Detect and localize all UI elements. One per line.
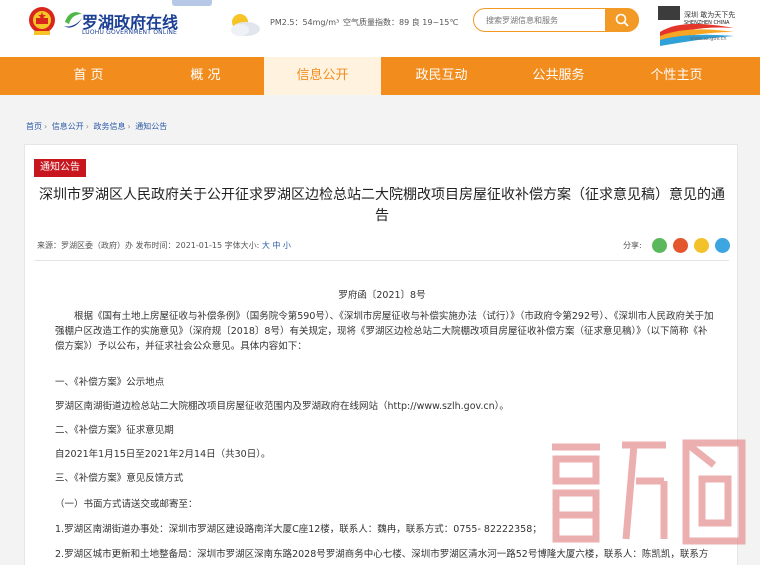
wechat-icon[interactable] — [652, 238, 667, 253]
breadcrumb-home[interactable]: 首页 — [26, 122, 42, 131]
font-size-small[interactable]: 小 — [283, 241, 291, 250]
sz-url[interactable]: www.sz.gov.cn — [690, 36, 727, 42]
main-nav: 首 页 概 况 信息公开 政民互动 公共服务 个性主页 — [0, 57, 760, 95]
national-emblem-icon — [29, 7, 55, 35]
section1-heading: 一、《补偿方案》公示地点 — [55, 377, 165, 388]
nav-overview[interactable]: 概 况 — [147, 57, 264, 95]
nav-personal-home[interactable]: 个性主页 — [618, 57, 735, 95]
meta-text: 来源：罗湖区委（政府）办 发布时间：2021-01-15 字体大小: — [37, 241, 260, 250]
category-tag: 通知公告 — [34, 159, 86, 177]
search-input[interactable] — [486, 9, 606, 31]
sz-logo-cn: 深圳 敢为天下先 — [684, 10, 735, 19]
qzone-icon[interactable] — [694, 238, 709, 253]
document-number: 罗府函〔2021〕8号 — [338, 290, 426, 301]
sz-logo-en: SHENZHEN CHINA — [684, 20, 730, 26]
search-button[interactable] — [605, 8, 639, 32]
mobile-badge[interactable] — [172, 0, 212, 6]
breadcrumb-info[interactable]: 信息公开 — [52, 122, 84, 131]
site-logo-en: LUOHU GOVERNMENT ONLINE — [82, 29, 178, 36]
luohu-logo-icon — [64, 12, 82, 28]
paragraph-intro: 根据《国有土地上房屋征收与补偿条例》（国务院令第590号）、《深圳市房屋征收与补… — [55, 311, 714, 352]
search-box — [473, 8, 639, 32]
breadcrumb: 首页 › 信息公开 › 政务信息 › 通知公告 — [26, 122, 168, 131]
divider — [35, 260, 729, 261]
aqi-readout: 空气质量指数：89 良 19~15℃ — [343, 18, 459, 27]
watermark-logo-icon — [552, 439, 746, 545]
nav-interaction[interactable]: 政民互动 — [383, 57, 500, 95]
share-icons — [652, 238, 732, 254]
breadcrumb-gov-info[interactable]: 政务信息 — [94, 122, 126, 131]
search-icon — [615, 13, 629, 27]
breadcrumb-notice[interactable]: 通知公告 — [135, 122, 167, 131]
share-label: 分享: — [623, 241, 642, 250]
section1-body: 罗湖区南湖街道边检总站二大院棚改项目房屋征收范围内及罗湖政府在线网站（http:… — [55, 401, 509, 412]
pm25-readout: PM2.5：54mg/m³ — [270, 18, 340, 27]
article-meta: 来源：罗湖区委（政府）办 发布时间：2021-01-15 字体大小: 大 中 小 — [37, 240, 291, 251]
font-size-medium[interactable]: 中 — [272, 241, 280, 250]
site-header: 罗湖政府在线 LUOHU GOVERNMENT ONLINE PM2.5：54m… — [0, 0, 760, 57]
nav-public-service[interactable]: 公共服务 — [500, 57, 617, 95]
qq-icon[interactable] — [715, 238, 730, 253]
article-title: 深圳市罗湖区人民政府关于公开征求罗湖区边检总站二大院棚改项目房屋征收补偿方案（征… — [39, 187, 725, 224]
font-size-large[interactable]: 大 — [262, 241, 270, 250]
cloudy-weather-icon — [231, 14, 260, 36]
weibo-icon[interactable] — [673, 238, 688, 253]
nav-info-disclosure[interactable]: 信息公开 — [264, 57, 381, 95]
nav-home[interactable]: 首 页 — [30, 57, 147, 95]
